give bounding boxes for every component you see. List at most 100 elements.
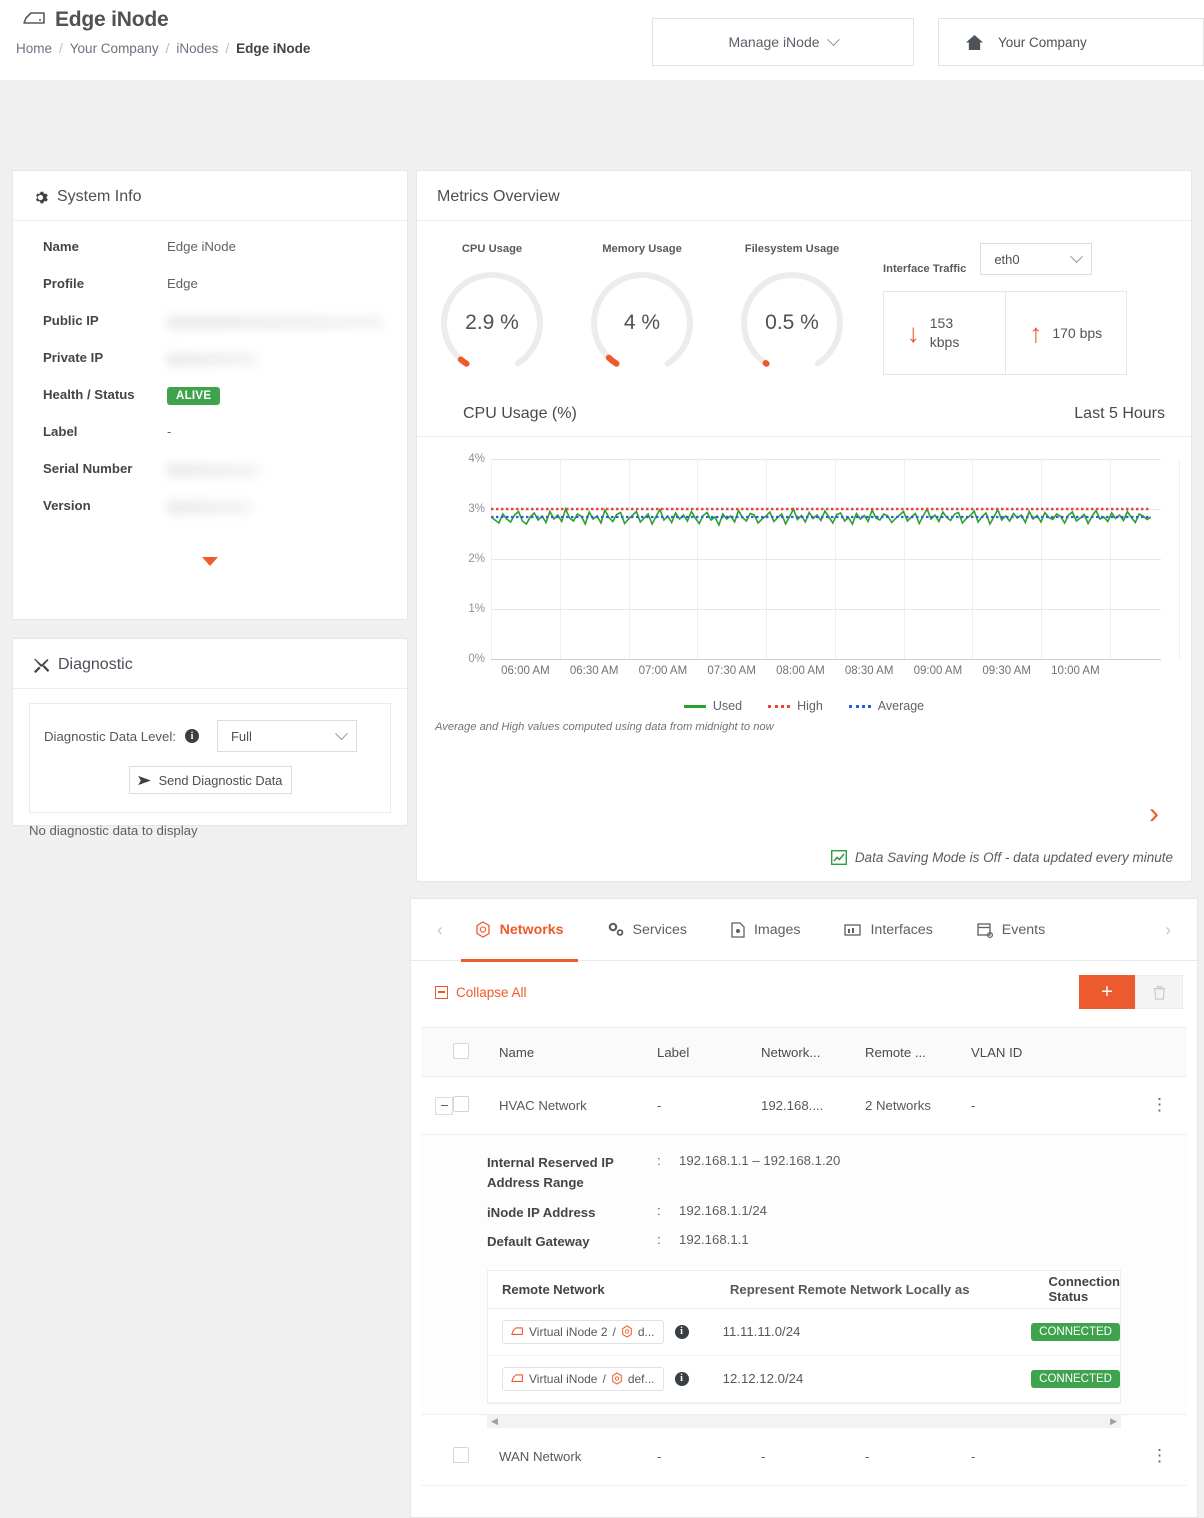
gauge-2: Filesystem Usage 0.5 %: [717, 243, 867, 379]
detail-colon: :: [657, 1202, 661, 1218]
row-checkbox[interactable]: [453, 1096, 469, 1112]
tab-events[interactable]: Events: [955, 899, 1067, 961]
legend-label-average: Average: [877, 699, 925, 713]
connection-status-cell: CONNECTED: [1031, 1322, 1120, 1341]
breadcrumb-sep: /: [59, 41, 63, 56]
networks-table-body: HVAC Network - 192.168.... 2 Networks - ⋮ Inte…: [421, 1077, 1187, 1486]
row-kebab-menu[interactable]: ⋮: [1151, 1095, 1169, 1114]
diagnostic-header: Diagnostic: [13, 639, 407, 689]
services-gear-icon: [608, 922, 624, 937]
diagnostic-level-select[interactable]: Full: [216, 720, 357, 752]
chevron-left-icon[interactable]: ‹: [427, 920, 453, 940]
caret-down-icon[interactable]: [202, 557, 218, 566]
table-row[interactable]: HVAC Network - 192.168.... 2 Networks - ⋮: [421, 1077, 1187, 1135]
table-row[interactable]: WAN Network - - - - ⋮: [421, 1428, 1187, 1486]
system-info-key: Version: [43, 498, 91, 513]
system-info-value: Edge iNode: [167, 239, 236, 254]
y-tick-label: 4%: [468, 453, 485, 465]
remote-network-chip[interactable]: Virtual iNode 2 / d...: [502, 1319, 664, 1344]
redacted-value: [167, 316, 382, 329]
system-info-key: Health / Status: [43, 387, 135, 402]
gridline-h: [491, 659, 1161, 660]
status-badge-label: ALIVE: [167, 387, 221, 405]
header-name: Name: [499, 1044, 535, 1060]
chevron-right-icon[interactable]: ›: [1149, 799, 1159, 829]
x-tick-label: 07:00 AM: [638, 665, 688, 677]
gauge-value: 2.9 %: [465, 311, 519, 334]
breadcrumb-sep: /: [225, 41, 230, 56]
cell-label: -: [657, 1098, 662, 1113]
cell-vlan: -: [971, 1448, 976, 1464]
breadcrumb-item-home[interactable]: Home: [16, 41, 52, 56]
row-checkbox[interactable]: [453, 1446, 469, 1463]
select-all-checkbox[interactable]: [453, 1042, 469, 1059]
represent-value: 12.12.12.0/24: [722, 1371, 804, 1387]
cpu-usage-chart: 0% 1% 2% 3% 4% 06:00 AM 06:30 AM 07:00 AM 07:30…: [451, 453, 1180, 677]
cell-network: 192.168....: [761, 1098, 824, 1113]
networks-table: Name Label Network... Remote ... VLAN ID…: [421, 1027, 1187, 1486]
breadcrumb-item-inodes[interactable]: iNodes: [176, 41, 218, 56]
gauge-dial: 4 %: [586, 267, 698, 379]
cell-label: -: [657, 1448, 662, 1464]
redacted-value: [167, 501, 251, 514]
send-diagnostic-button[interactable]: Send Diagnostic Data: [128, 766, 292, 794]
header-label: Label: [657, 1044, 690, 1060]
connection-status-badge: CONNECTED: [1031, 1369, 1120, 1388]
upload-value: 170 bps: [1052, 324, 1103, 341]
manage-inode-button[interactable]: Manage iNode: [652, 18, 914, 66]
breadcrumb-item-company[interactable]: Your Company: [70, 41, 159, 56]
image-file-icon: [731, 921, 745, 938]
detail-colon: :: [657, 1153, 661, 1168]
remote-network-cell: Virtual iNode 2 / d... i: [488, 1319, 723, 1344]
legend-item-used: Used: [683, 699, 743, 713]
manage-inode-label: Manage iNode: [728, 34, 820, 50]
tab-networks[interactable]: Networks: [453, 899, 586, 962]
chevron-down-icon: [826, 32, 840, 46]
x-tick-label: 09:30 AM: [982, 665, 1031, 677]
tab-images[interactable]: Images: [709, 899, 823, 961]
row-collapse-button[interactable]: [435, 1096, 453, 1115]
header-remote: Remote ...: [865, 1044, 926, 1060]
remote-network-row: Virtual iNode / def... i 12.12.12.0/24 CONNEC…: [488, 1356, 1120, 1403]
interface-select[interactable]: eth0: [980, 243, 1093, 275]
scroll-right-arrow[interactable]: ▶: [1110, 1416, 1117, 1427]
network-hex-icon: [475, 921, 491, 938]
scroll-left-arrow[interactable]: ◀: [491, 1416, 498, 1427]
tab-list: Networks Services Images Interfaces Events: [453, 899, 1068, 962]
connection-status-badge: CONNECTED: [1031, 1322, 1120, 1341]
remote-network-chip[interactable]: Virtual iNode / def...: [502, 1366, 664, 1391]
horizontal-scrollbar[interactable]: ◀ ▶: [487, 1414, 1121, 1428]
gauge-label: CPU Usage: [461, 243, 523, 255]
header-buttons: Manage iNode Your Company: [652, 18, 1204, 66]
top-bar: Edge iNode Home / Your Company / iNodes …: [0, 0, 1204, 80]
detail-value: 192.168.1.1/24: [679, 1202, 767, 1218]
system-info-row: Public IP: [13, 313, 407, 350]
info-icon[interactable]: i: [674, 1371, 689, 1386]
remote-networks-table: Remote Network Represent Remote Network L…: [487, 1269, 1121, 1404]
info-icon[interactable]: i: [184, 729, 199, 743]
chip-node-label: Virtual iNode: [529, 1371, 598, 1386]
legend-label-used: Used: [712, 699, 743, 713]
download-value: 153 kbps: [929, 315, 960, 350]
x-tick-label: 08:00 AM: [776, 665, 825, 677]
chevron-right-icon[interactable]: ›: [1155, 920, 1181, 940]
legend-label-high: High: [797, 699, 823, 713]
collapse-all-button[interactable]: Collapse All: [435, 985, 527, 1000]
cell-remote: -: [865, 1448, 870, 1464]
system-info-key: Label: [43, 424, 78, 439]
chart-header: CPU Usage (%) Last 5 Hours: [417, 391, 1191, 437]
company-label: Your Company: [998, 34, 1087, 50]
chart-line-icon: [830, 850, 847, 865]
x-tick-label: 07:30 AM: [707, 665, 756, 677]
detail-key: iNode IP Address: [487, 1204, 596, 1220]
x-tick-label: 10:00 AM: [1051, 665, 1100, 677]
row-kebab-menu[interactable]: ⋮: [1151, 1446, 1169, 1465]
info-icon[interactable]: i: [674, 1324, 689, 1339]
sub-header-represent: Represent Remote Network Locally as: [729, 1281, 970, 1297]
add-network-button[interactable]: +: [1079, 975, 1135, 1009]
company-button[interactable]: Your Company: [938, 18, 1204, 66]
chart-title: CPU Usage (%): [463, 405, 577, 422]
tab-interfaces[interactable]: Interfaces: [822, 899, 954, 961]
tab-services[interactable]: Services: [586, 899, 709, 961]
system-info-row: Version: [13, 498, 407, 535]
